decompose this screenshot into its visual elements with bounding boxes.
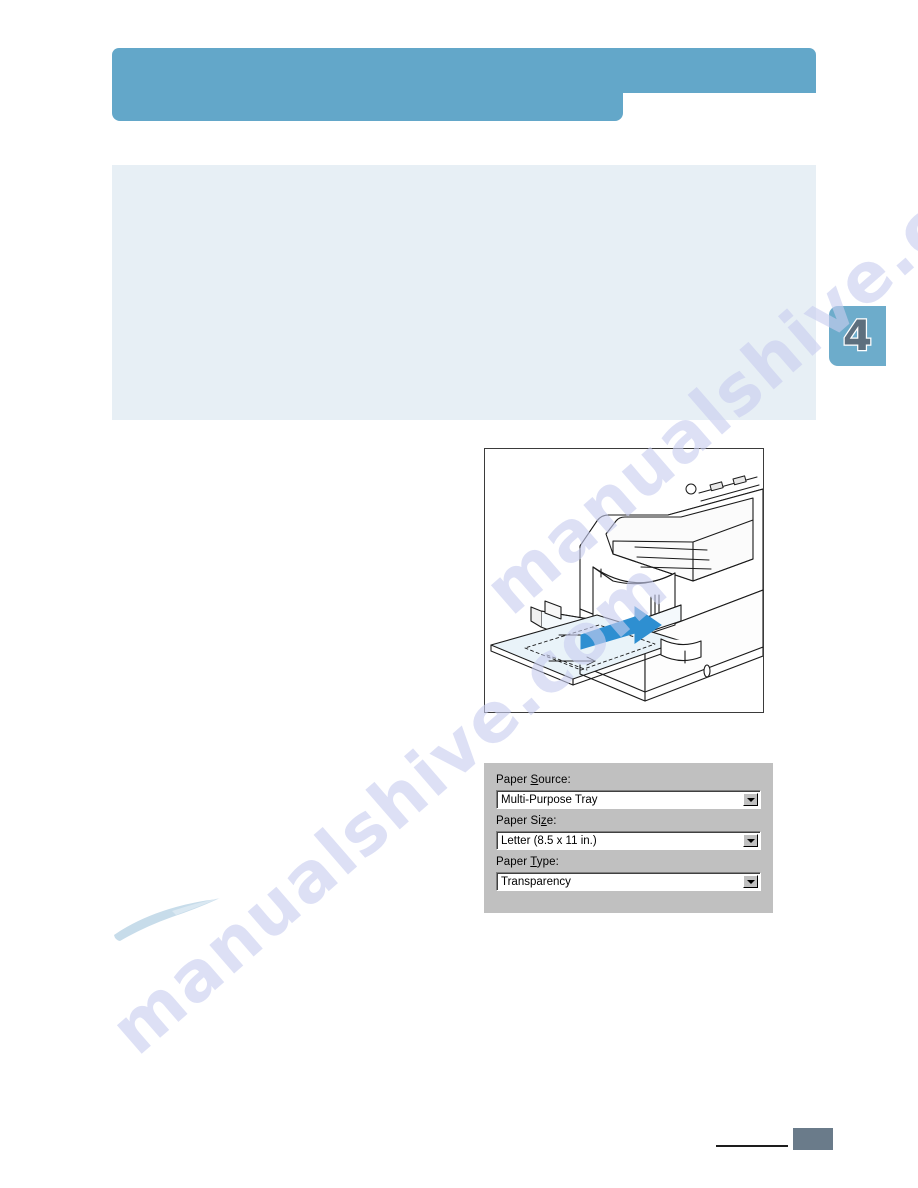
paper-size-label: Paper Size: (496, 815, 557, 827)
chapter-tab: 4 (829, 306, 886, 366)
document-page: 4 Paper Source: Multi-Purpose Tray Paper… (0, 0, 918, 1188)
paper-source-select[interactable]: Multi-Purpose Tray (496, 790, 761, 809)
footer-rule (716, 1145, 788, 1147)
paper-size-select[interactable]: Letter (8.5 x 11 in.) (496, 831, 761, 850)
decorative-swoosh (110, 893, 230, 948)
paper-type-label: Paper Type: (496, 856, 559, 868)
brush-stroke-icon (114, 898, 220, 941)
chevron-down-icon[interactable] (743, 875, 758, 888)
printer-illustration (484, 448, 764, 713)
note-box (112, 165, 816, 420)
paper-type-value: Transparency (501, 876, 571, 888)
chapter-number: 4 (842, 311, 874, 360)
chevron-down-icon[interactable] (743, 793, 758, 806)
paper-size-value: Letter (8.5 x 11 in.) (501, 835, 597, 847)
footer-page-block (793, 1128, 833, 1150)
paper-type-select[interactable]: Transparency (496, 872, 761, 891)
chevron-down-icon[interactable] (743, 834, 758, 847)
section-header-band (112, 48, 816, 121)
print-settings-dialog[interactable]: Paper Source: Multi-Purpose Tray Paper S… (484, 763, 773, 913)
paper-source-field: Paper Source: Multi-Purpose Tray (496, 773, 761, 809)
paper-source-label: Paper Source: (496, 774, 571, 786)
paper-type-field: Paper Type: Transparency (496, 855, 761, 891)
paper-size-field: Paper Size: Letter (8.5 x 11 in.) (496, 814, 761, 850)
printer-diagram-icon (490, 475, 763, 702)
header-band-bottom (112, 85, 623, 121)
paper-source-value: Multi-Purpose Tray (501, 794, 598, 806)
